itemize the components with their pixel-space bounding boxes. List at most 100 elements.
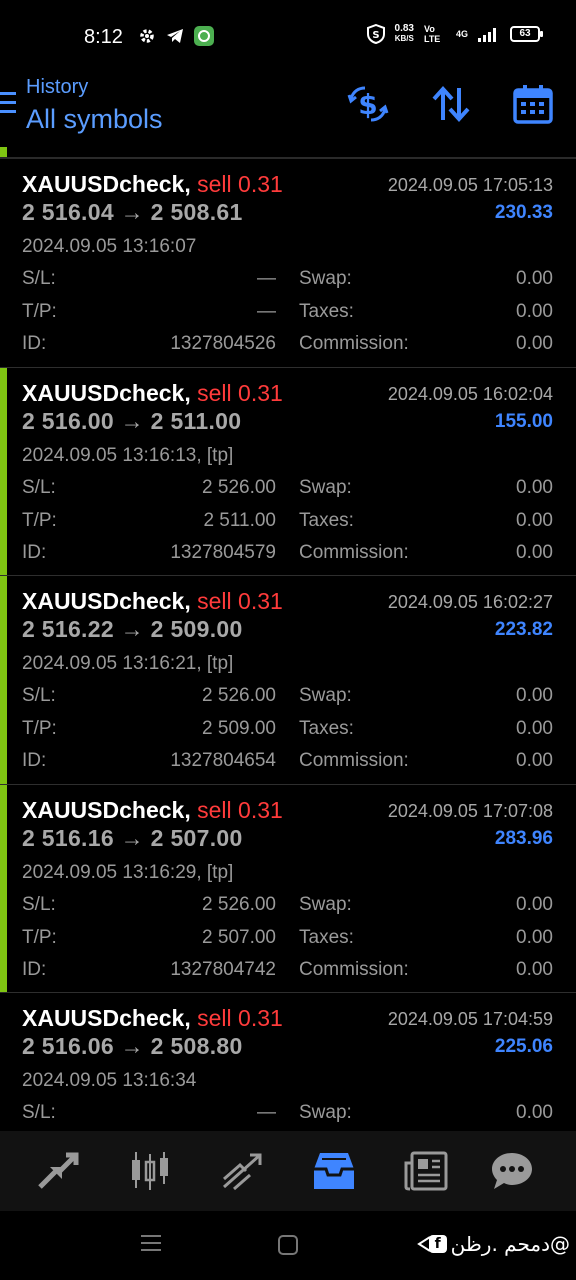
row-sl-swap: S/L: — Swap: 0.00 <box>22 1102 553 1128</box>
nav-quotes[interactable] <box>34 1147 82 1195</box>
commission-value: 0.00 <box>516 541 553 563</box>
close-price: 2 508.80 <box>150 1033 243 1059</box>
row-id-commission: ID: 1327804526 Commission: 0.00 <box>22 333 553 359</box>
taxes-value: 0.00 <box>516 926 553 948</box>
home-button[interactable] <box>278 1235 298 1255</box>
deal-item-4[interactable]: XAUUSDcheck, sell 0.31 2 516.16 → 2 507.… <box>0 784 576 993</box>
deal-symbol: XAUUSDcheck, <box>22 796 191 823</box>
row-tp-taxes: T/P: 2 507.00 Taxes: 0.00 <box>22 927 553 953</box>
deal-profit: 230.33 <box>494 202 553 223</box>
close-price: 2 508.61 <box>150 199 243 225</box>
deal-symbol-line: XAUUSDcheck, sell 0.31 <box>22 1005 283 1032</box>
tp-label: T/P: <box>22 718 57 739</box>
taxes-label: Taxes: <box>299 718 354 739</box>
close-price: 2 507.00 <box>150 824 243 851</box>
calendar-icon <box>513 85 553 124</box>
news-icon <box>404 1151 448 1191</box>
commission-value: 0.00 <box>516 750 553 771</box>
id-value: 1327804526 <box>170 333 276 354</box>
sl-label: S/L: <box>22 685 56 706</box>
swap-value: 0.00 <box>516 893 553 915</box>
nav-chart[interactable] <box>126 1147 174 1195</box>
chat-icon <box>492 1153 532 1189</box>
row-tp-taxes: T/P: 2 509.00 Taxes: 0.00 <box>22 718 553 744</box>
tp-label: T/P: <box>22 926 57 948</box>
header-title[interactable]: All symbols <box>26 104 163 135</box>
commission-label: Commission: <box>299 958 409 980</box>
deal-symbol: XAUUSDcheck, <box>22 588 191 614</box>
deal-prices: 2 516.22 → 2 509.00 <box>22 616 243 643</box>
sl-value: 2 526.00 <box>202 893 276 915</box>
open-time: 2024.09.05 13:16:21, [tp] <box>22 653 234 674</box>
deal-profit: 155.00 <box>494 410 553 432</box>
recent-apps-button[interactable] <box>141 1235 161 1256</box>
sl-label: S/L: <box>22 1102 56 1123</box>
deal-item-1[interactable]: XAUUSDcheck, sell 0.31 2 516.04 → 2 508.… <box>0 159 576 368</box>
commission-label: Commission: <box>299 750 409 771</box>
id-label: ID: <box>22 333 47 354</box>
taxes-value: 0.00 <box>516 301 553 322</box>
trade-icon <box>223 1153 262 1191</box>
row-id-commission: ID: 1327804654 Commission: 0.00 <box>22 750 553 776</box>
deal-item-2[interactable]: XAUUSDcheck, sell 0.31 2 516.00 → 2 511.… <box>0 367 576 576</box>
sort-button[interactable] <box>429 82 473 126</box>
prev-item-marker <box>0 147 7 157</box>
volte-label: Vo LTE <box>423 24 441 44</box>
commission-value: 0.00 <box>516 333 553 354</box>
deal-symbol-line: XAUUSDcheck, sell 0.31 <box>22 380 283 407</box>
facebook-icon: f <box>428 1235 447 1253</box>
deal-item-5[interactable]: XAUUSDcheck, sell 0.31 2 516.06 → 2 508.… <box>0 993 576 1131</box>
open-price: 2 516.16 <box>22 824 114 851</box>
id-label: ID: <box>22 541 47 563</box>
deal-item-3[interactable]: XAUUSDcheck, sell 0.31 2 516.22 → 2 509.… <box>0 576 576 785</box>
id-label: ID: <box>22 750 47 771</box>
calendar-button[interactable] <box>511 82 555 126</box>
sl-label: S/L: <box>22 893 56 915</box>
status-bar: 8:12 S 0.83 KB/S Vo LTE 4G 63 <box>0 0 576 72</box>
taxes-label: Taxes: <box>299 509 354 531</box>
sl-value: 2 526.00 <box>202 476 276 498</box>
deal-side: sell 0.31 <box>197 1005 283 1031</box>
swap-value: 0.00 <box>516 476 553 498</box>
nav-chat[interactable] <box>488 1147 536 1195</box>
deal-side: sell 0.31 <box>197 588 283 614</box>
history-list[interactable]: XAUUSDcheck, sell 0.31 2 516.04 → 2 508.… <box>0 159 576 1131</box>
close-time: 2024.09.05 16:02:27 <box>387 592 553 612</box>
row-sl-swap: S/L: 2 526.00 Swap: 0.00 <box>22 477 553 503</box>
speed-value: 0.83 <box>394 23 414 34</box>
swap-label: Swap: <box>299 685 352 706</box>
status-left-icons <box>138 26 214 46</box>
deal-symbol: XAUUSDcheck, <box>22 171 191 197</box>
menu-icon[interactable] <box>0 92 16 116</box>
tp-label: T/P: <box>22 301 57 322</box>
open-time: 2024.09.05 13:16:07 <box>22 236 197 257</box>
network-speed: 0.83 KB/S <box>395 24 414 44</box>
taxes-value: 0.00 <box>516 718 553 739</box>
id-value: 1327804742 <box>170 958 276 980</box>
vpn-shield-icon: S <box>366 24 385 44</box>
deposit-filter-button[interactable]: $ <box>346 82 390 126</box>
speed-unit: KB/S <box>394 34 414 43</box>
commission-label: Commission: <box>299 541 409 563</box>
taxes-label: Taxes: <box>299 301 354 322</box>
nav-news[interactable] <box>402 1147 450 1195</box>
tp-label: T/P: <box>22 509 57 531</box>
price-arrow: → <box>120 616 144 642</box>
close-time: 2024.09.05 17:05:13 <box>387 175 553 195</box>
row-id-commission: ID: 1327804579 Commission: 0.00 <box>22 542 553 568</box>
watermark-text: دمحم .رظن@ <box>450 1232 570 1256</box>
open-time: 2024.09.05 13:16:13, [tp] <box>22 444 234 466</box>
app-header: History All symbols $ <box>0 72 576 158</box>
watermark: f دمحم .رظن@ <box>428 1232 570 1256</box>
swap-label: Swap: <box>299 893 352 915</box>
telegram-icon <box>167 29 183 43</box>
history-icon <box>314 1153 354 1189</box>
status-right-icons: S 0.83 KB/S Vo LTE 4G 63 <box>366 24 543 44</box>
nav-trade[interactable] <box>218 1147 266 1195</box>
sl-value: — <box>257 1102 276 1123</box>
gear-icon <box>140 29 154 43</box>
row-sl-swap: S/L: 2 526.00 Swap: 0.00 <box>22 685 553 711</box>
nav-history[interactable] <box>310 1147 358 1195</box>
close-time: 2024.09.05 17:07:08 <box>387 800 553 821</box>
swap-value: 0.00 <box>516 1102 553 1123</box>
